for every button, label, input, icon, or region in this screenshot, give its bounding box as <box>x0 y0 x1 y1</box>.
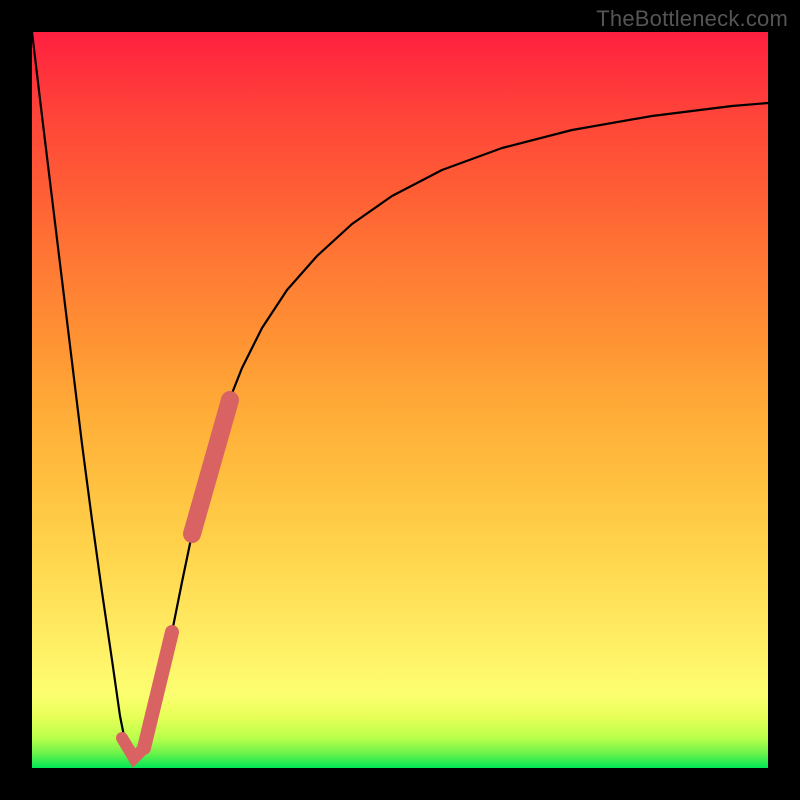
accent-lower <box>144 632 172 748</box>
chart-frame: TheBottleneck.com <box>0 0 800 800</box>
accent-upper <box>192 400 230 534</box>
bottleneck-curve <box>32 32 768 758</box>
curve-svg <box>32 32 768 768</box>
watermark-text: TheBottleneck.com <box>596 6 788 32</box>
plot-area <box>32 32 768 768</box>
